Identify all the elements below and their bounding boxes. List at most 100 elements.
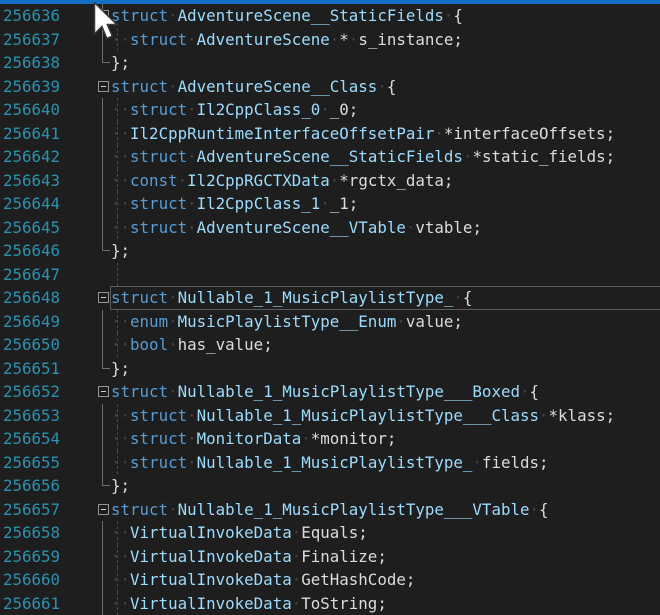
code-text[interactable]: ··struct·AdventureScene__StaticFields·*s… [111, 145, 660, 169]
code-editor[interactable]: 256636struct·AdventureScene__StaticField… [0, 0, 660, 615]
code-line[interactable]: 256658··VirtualInvokeData·Equals; [0, 521, 660, 545]
code-line[interactable]: 256643··const·Il2CppRGCTXData·*rgctx_dat… [0, 169, 660, 193]
code-token: bool [130, 335, 168, 354]
indent-guide [117, 216, 118, 240]
code-token: Nullable_1_MusicPlaylistType___VTable [178, 500, 530, 519]
code-line[interactable]: 256647 [0, 263, 660, 287]
code-text[interactable]: ··struct·Il2CppClass_1·_1; [111, 192, 660, 216]
code-token: MusicPlaylistType__Enum [178, 312, 397, 331]
indent-guide [117, 568, 118, 592]
line-number: 256655 [0, 451, 94, 475]
code-text[interactable]: ··const·Il2CppRGCTXData·*rgctx_data; [111, 169, 660, 193]
code-line[interactable]: 256651}; [0, 357, 660, 381]
code-token: value; [406, 312, 463, 331]
code-line[interactable]: 256646}; [0, 239, 660, 263]
code-text[interactable]: }; [111, 239, 660, 263]
code-line[interactable]: 256639struct·AdventureScene__Class·{ [0, 75, 660, 99]
code-token: *static_fields; [472, 147, 615, 166]
whitespace-dot: · [187, 147, 197, 166]
code-token: { [463, 288, 473, 307]
code-line[interactable]: 256659··VirtualInvokeData·Finalize; [0, 545, 660, 569]
code-text[interactable]: struct·AdventureScene__Class·{ [111, 75, 660, 99]
fold-toggle-icon[interactable] [98, 81, 109, 92]
code-text[interactable]: ··struct·AdventureScene__VTable·vtable; [111, 216, 660, 240]
code-text[interactable]: ··struct·Il2CppClass_0·_0; [111, 98, 660, 122]
code-line[interactable]: 256656}; [0, 474, 660, 498]
line-number: 256653 [0, 404, 94, 428]
fold-margin [94, 145, 111, 169]
whitespace-dot: · [168, 500, 178, 519]
code-text[interactable]: struct·Nullable_1_MusicPlaylistType___Bo… [111, 380, 660, 404]
code-text[interactable]: ··VirtualInvokeData·GetHashCode; [111, 568, 660, 592]
code-token: _1; [330, 194, 359, 213]
code-line[interactable]: 256653··struct·Nullable_1_MusicPlaylistT… [0, 404, 660, 428]
line-number: 256656 [0, 474, 94, 498]
code-text[interactable]: ··enum·MusicPlaylistType__Enum·value; [111, 310, 660, 334]
code-line[interactable]: 256648 struct·Nullable_1_MusicPlaylistTyp… [0, 286, 660, 310]
code-token: Nullable_1_MusicPlaylistType_ [197, 453, 473, 472]
fold-toggle-icon[interactable] [98, 292, 109, 303]
whitespace-dot: · [121, 312, 131, 331]
code-line[interactable]: 256660··VirtualInvokeData·GetHashCode; [0, 568, 660, 592]
fold-margin [94, 333, 111, 357]
code-line[interactable]: 256649··enum·MusicPlaylistType__Enum·val… [0, 310, 660, 334]
indent-guide [117, 169, 118, 193]
code-text[interactable]: ··bool·has_value; [111, 333, 660, 357]
code-text[interactable]: struct·AdventureScene__StaticFields·{ [111, 4, 660, 28]
whitespace-dot: · [539, 406, 549, 425]
whitespace-dot: · [187, 30, 197, 49]
code-text[interactable]: }; [111, 474, 660, 498]
whitespace-dot: · [111, 406, 121, 425]
fold-margin [94, 286, 111, 310]
code-line[interactable]: 256642··struct·AdventureScene__StaticFie… [0, 145, 660, 169]
code-line[interactable]: 256644··struct·Il2CppClass_1·_1; [0, 192, 660, 216]
code-line[interactable]: 256638}; [0, 51, 660, 75]
code-line[interactable]: 256640··struct·Il2CppClass_0·_0; [0, 98, 660, 122]
code-text[interactable]: ··struct·Nullable_1_MusicPlaylistType_·f… [111, 451, 660, 475]
whitespace-dot: · [111, 312, 121, 331]
whitespace-dot: · [520, 382, 530, 401]
code-text[interactable]: ··VirtualInvokeData·ToString; [111, 592, 660, 615]
code-token: AdventureScene [197, 30, 330, 49]
whitespace-dot: · [111, 594, 121, 613]
code-text[interactable]: struct·Nullable_1_MusicPlaylistType___VT… [111, 498, 660, 522]
code-text[interactable]: }; [111, 357, 660, 381]
fold-toggle-icon[interactable] [98, 386, 109, 397]
code-line[interactable]: 256650··bool·has_value; [0, 333, 660, 357]
code-line[interactable]: 256655··struct·Nullable_1_MusicPlaylistT… [0, 451, 660, 475]
code-text[interactable]: struct·Nullable_1_MusicPlaylistType_·{ [111, 286, 660, 310]
code-line[interactable]: 256657struct·Nullable_1_MusicPlaylistTyp… [0, 498, 660, 522]
code-token: Il2CppClass_0 [197, 100, 321, 119]
whitespace-dot: · [453, 288, 463, 307]
code-token: struct [130, 218, 187, 237]
code-line[interactable]: 256645 ··struct·AdventureScene__VTable·vt… [0, 216, 660, 240]
whitespace-dot: · [168, 288, 178, 307]
code-text[interactable]: ··VirtualInvokeData·Finalize; [111, 545, 660, 569]
line-number: 256661 [0, 592, 94, 615]
code-line[interactable]: 256654··struct·MonitorData·*monitor; [0, 427, 660, 451]
line-number: 256645 [0, 216, 94, 240]
code-text[interactable]: ··VirtualInvokeData·Equals; [111, 521, 660, 545]
code-line[interactable]: 256661 ··VirtualInvokeData·ToString; [0, 592, 660, 615]
code-text[interactable]: ··struct·MonitorData·*monitor; [111, 427, 660, 451]
whitespace-dot: · [292, 570, 302, 589]
code-token: Equals; [301, 523, 368, 542]
fold-margin [94, 568, 111, 592]
whitespace-dot: · [121, 453, 131, 472]
code-token: struct [130, 147, 187, 166]
code-token: s_instance; [358, 30, 463, 49]
code-line[interactable]: 256641··Il2CppRuntimeInterfaceOffsetPair… [0, 122, 660, 146]
code-text[interactable]: ··struct·AdventureScene·*·s_instance; [111, 28, 660, 52]
whitespace-dot: · [121, 547, 131, 566]
code-text[interactable] [111, 263, 660, 287]
code-text[interactable]: ··Il2CppRuntimeInterfaceOffsetPair·*inte… [111, 122, 660, 146]
line-number: 256658 [0, 521, 94, 545]
fold-margin [94, 192, 111, 216]
code-text[interactable]: }; [111, 51, 660, 75]
code-line[interactable]: 256652struct·Nullable_1_MusicPlaylistTyp… [0, 380, 660, 404]
line-number: 256648 [0, 286, 94, 310]
code-area[interactable]: 256636struct·AdventureScene__StaticField… [0, 4, 660, 615]
whitespace-dot: · [111, 523, 121, 542]
fold-toggle-icon[interactable] [98, 504, 109, 515]
code-text[interactable]: ··struct·Nullable_1_MusicPlaylistType___… [111, 404, 660, 428]
